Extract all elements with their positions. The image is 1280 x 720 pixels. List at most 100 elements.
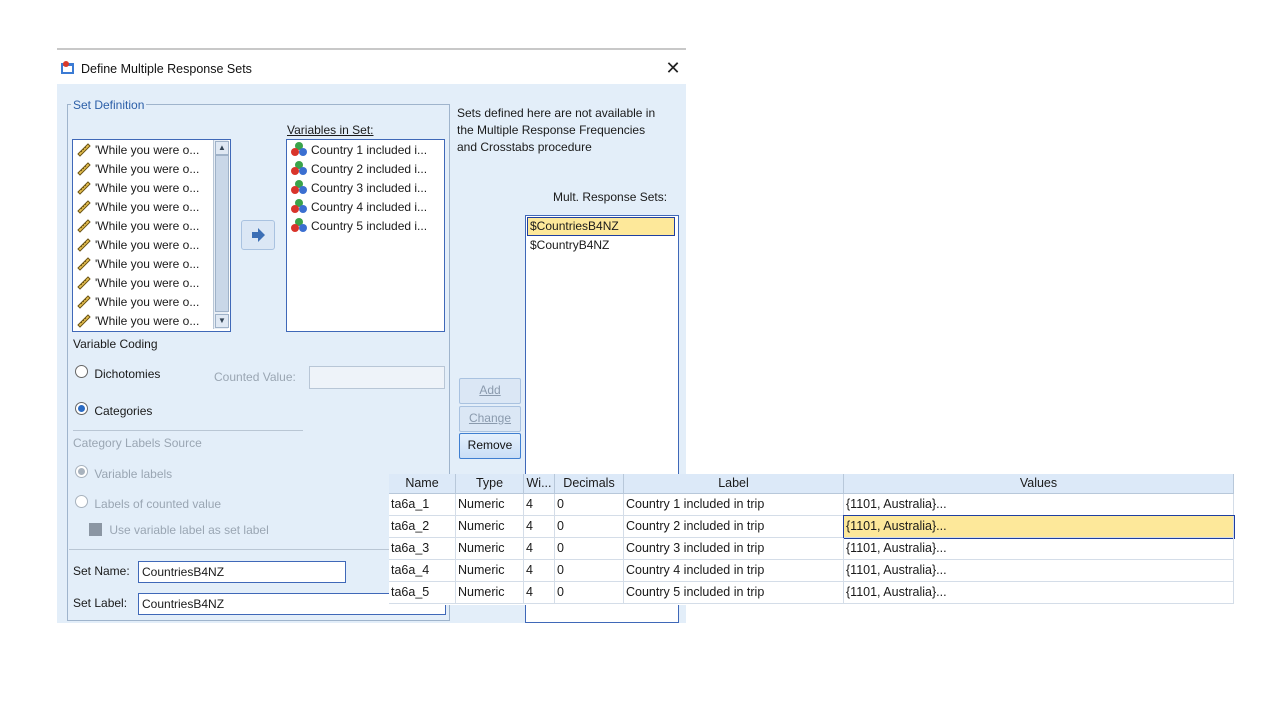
grid-cell-width[interactable]: 4 [524, 516, 555, 538]
dichotomies-text: Dichotomies [94, 367, 161, 381]
grid-cell-type[interactable]: Numeric [456, 538, 524, 560]
grid-cell-label[interactable]: Country 2 included in trip [624, 516, 844, 538]
mult-response-set-item[interactable]: $CountriesB4NZ [527, 217, 675, 236]
source-variable-text: 'While you were o... [95, 181, 200, 195]
ruler-icon [77, 276, 91, 290]
counted-value-input[interactable] [309, 366, 445, 389]
grid-cell-decimals[interactable]: 0 [555, 560, 624, 582]
move-to-set-button[interactable] [241, 220, 275, 250]
source-variable-item[interactable]: 'While you were o... [76, 236, 199, 255]
grid-cell-label[interactable]: Country 4 included in trip [624, 560, 844, 582]
grid-cell-width[interactable]: 4 [524, 560, 555, 582]
set-name-input[interactable]: CountriesB4NZ [138, 561, 346, 583]
dichotomies-option[interactable]: Dichotomies [75, 365, 160, 381]
ruler-icon [77, 257, 91, 271]
ruler-icon [77, 143, 91, 157]
grid-cell-decimals[interactable]: 0 [555, 494, 624, 516]
grid-cell-type[interactable]: Numeric [456, 494, 524, 516]
variable-in-set-item[interactable]: Country 1 included i... [290, 141, 427, 160]
dialog-title: Define Multiple Response Sets [81, 62, 252, 76]
source-variable-item[interactable]: 'While you were o... [76, 198, 199, 217]
variable-in-set-text: Country 4 included i... [311, 200, 428, 214]
variable-labels-radio[interactable] [75, 465, 88, 478]
source-variable-item[interactable]: 'While you were o... [76, 217, 199, 236]
source-variable-item[interactable]: 'While you were o... [76, 293, 199, 312]
scroll-down-icon[interactable]: ▼ [215, 314, 229, 328]
grid-cell-values[interactable]: {1101, Australia}... [844, 582, 1234, 604]
column-header-width[interactable]: Wi... [524, 474, 555, 494]
counted-value-label: Counted Value: [214, 370, 296, 384]
source-variable-text: 'While you were o... [95, 238, 200, 252]
variable-in-set-item[interactable]: Country 2 included i... [290, 160, 427, 179]
grid-cell-width[interactable]: 4 [524, 582, 555, 604]
categories-radio[interactable] [75, 402, 88, 415]
use-var-label-option[interactable]: Use variable label as set label [89, 523, 269, 537]
grid-cell-decimals[interactable]: 0 [555, 538, 624, 560]
column-header-name[interactable]: Name [389, 474, 456, 494]
labels-counted-option[interactable]: Labels of counted value [75, 495, 221, 511]
source-variable-item[interactable]: 'While you were o... [76, 179, 199, 198]
column-header-values[interactable]: Values [844, 474, 1234, 494]
grid-cell-values[interactable]: {1101, Australia}... [844, 538, 1234, 560]
info-text-line-2: the Multiple Response Frequencies [457, 123, 646, 137]
labels-counted-radio[interactable] [75, 495, 88, 508]
grid-cell-label[interactable]: Country 1 included in trip [624, 494, 844, 516]
grid-cell-label[interactable]: Country 5 included in trip [624, 582, 844, 604]
remove-button[interactable]: Remove [459, 433, 521, 459]
scroll-up-icon[interactable]: ▲ [215, 141, 229, 155]
close-icon[interactable]: ✕ [661, 56, 685, 80]
grid-cell-name[interactable]: ta6a_3 [389, 538, 456, 560]
grid-cell-decimals[interactable]: 0 [555, 516, 624, 538]
grid-cell-type[interactable]: Numeric [456, 582, 524, 604]
grid-cell-name[interactable]: ta6a_2 [389, 516, 456, 538]
source-variable-item[interactable]: 'While you were o... [76, 312, 199, 331]
add-button[interactable]: Add [459, 378, 521, 404]
source-variable-text: 'While you were o... [95, 143, 200, 157]
nominal-measure-icon [291, 199, 307, 213]
grid-cell-name[interactable]: ta6a_1 [389, 494, 456, 516]
ruler-icon [77, 295, 91, 309]
change-button[interactable]: Change [459, 406, 521, 432]
grid-cell-values[interactable]: {1101, Australia}... [843, 515, 1235, 539]
categories-option[interactable]: Categories [75, 402, 152, 418]
variable-in-set-item[interactable]: Country 4 included i... [290, 198, 427, 217]
grid-cell-name[interactable]: ta6a_5 [389, 582, 456, 604]
source-variable-item[interactable]: 'While you were o... [76, 141, 199, 160]
nominal-measure-icon [291, 180, 307, 194]
variable-labels-option[interactable]: Variable labels [75, 465, 172, 481]
grid-cell-type[interactable]: Numeric [456, 560, 524, 582]
title-bar[interactable]: Define Multiple Response Sets ✕ [57, 50, 686, 84]
grid-cell-label[interactable]: Country 3 included in trip [624, 538, 844, 560]
category-labels-source-label: Category Labels Source [73, 436, 202, 450]
source-variable-list[interactable]: 'While you were o... 'While you were o...… [72, 139, 231, 332]
app-icon [61, 61, 74, 74]
variables-in-set-label: Variables in Set: [287, 123, 374, 137]
grid-cell-name[interactable]: ta6a_4 [389, 560, 456, 582]
grid-cell-width[interactable]: 4 [524, 538, 555, 560]
source-variable-item[interactable]: 'While you were o... [76, 160, 199, 179]
grid-cell-values[interactable]: {1101, Australia}... [844, 494, 1234, 516]
source-variable-text: 'While you were o... [95, 162, 200, 176]
variable-in-set-text: Country 2 included i... [311, 162, 428, 176]
grid-cell-decimals[interactable]: 0 [555, 582, 624, 604]
use-var-label-text: Use variable label as set label [109, 523, 269, 537]
source-variable-item[interactable]: 'While you were o... [76, 255, 199, 274]
dichotomies-radio[interactable] [75, 365, 88, 378]
scroll-thumb[interactable] [215, 155, 229, 312]
grid-cell-values[interactable]: {1101, Australia}... [844, 560, 1234, 582]
source-variable-item[interactable]: 'While you were o... [76, 274, 199, 293]
variable-in-set-item[interactable]: Country 5 included i... [290, 217, 427, 236]
variable-in-set-item[interactable]: Country 3 included i... [290, 179, 427, 198]
variable-labels-text: Variable labels [94, 467, 173, 481]
use-var-label-checkbox[interactable] [89, 523, 102, 536]
ruler-icon [77, 314, 91, 328]
column-header-label[interactable]: Label [624, 474, 844, 494]
variables-in-set-list[interactable]: Country 1 included i... Country 2 include… [286, 139, 445, 332]
grid-cell-width[interactable]: 4 [524, 494, 555, 516]
mult-response-set-item[interactable]: $CountryB4NZ [528, 237, 674, 254]
info-text-line-1: Sets defined here are not available in [457, 106, 656, 120]
grid-cell-type[interactable]: Numeric [456, 516, 524, 538]
column-header-decimals[interactable]: Decimals [555, 474, 624, 494]
source-list-scrollbar[interactable]: ▲ ▼ [213, 140, 229, 329]
column-header-type[interactable]: Type [456, 474, 524, 494]
